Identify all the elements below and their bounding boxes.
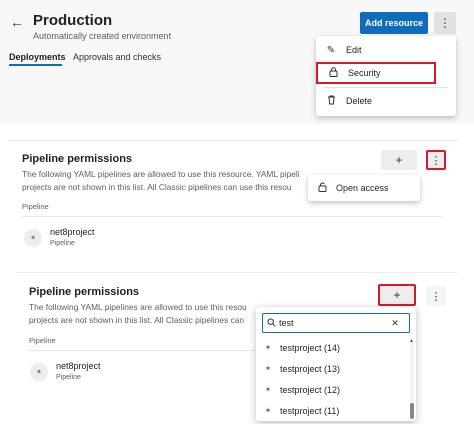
- panel-title: Pipeline permissions: [22, 153, 133, 165]
- search-result-label: testproject (14): [280, 342, 341, 353]
- back-arrow-icon[interactable]: ←: [10, 14, 24, 30]
- menu-item-delete[interactable]: Delete: [316, 90, 456, 112]
- page-title: Production: [33, 12, 113, 29]
- divider: [29, 350, 255, 351]
- search-result-item[interactable]: ✶ testproject (14): [256, 337, 408, 358]
- add-pipeline-button[interactable]: +: [378, 284, 416, 306]
- environment-context-menu: ✎ Edit Security Delete: [316, 36, 456, 116]
- pipeline-icon: ✶: [264, 343, 272, 352]
- pipeline-icon: ✶: [264, 406, 272, 415]
- pipeline-type: Pipeline: [56, 374, 81, 381]
- unlock-icon: [308, 182, 332, 194]
- search-result-item[interactable]: ✶ testproject (13): [256, 358, 408, 379]
- search-result-label: testproject (12): [280, 384, 341, 395]
- pipeline-search-dropdown: ✕ ✶ testproject (14) ✶ testproject (13) …: [256, 307, 416, 421]
- search-result-item[interactable]: ✶ testproject (11): [256, 400, 408, 421]
- tab-approvals-and-checks[interactable]: Approvals and checks: [73, 52, 161, 62]
- divider: [22, 216, 442, 217]
- menu-item-edit-label: Edit: [346, 45, 362, 55]
- search-result-item[interactable]: ✶ testproject (12): [256, 379, 408, 400]
- add-resource-button[interactable]: Add resource: [360, 12, 428, 34]
- pipeline-name[interactable]: net8project: [56, 361, 101, 371]
- search-result-label: testproject (13): [280, 363, 341, 374]
- pipeline-permissions-panel-b: Pipeline permissions The following YAML …: [16, 272, 457, 421]
- active-tab-indicator: [9, 64, 62, 66]
- pipeline-icon: ✶: [24, 229, 42, 247]
- open-access-menu: Open access: [308, 175, 420, 201]
- menu-item-security[interactable]: Security: [316, 62, 436, 84]
- more-vertical-icon: ⋮: [439, 16, 451, 30]
- trash-icon: [316, 95, 340, 108]
- pipeline-column-label: Pipeline: [22, 202, 49, 211]
- panel-more-options-button[interactable]: ⋮: [426, 150, 446, 170]
- scroll-up-icon[interactable]: ▲: [409, 338, 414, 344]
- panel-more-options-button[interactable]: ⋮: [426, 286, 446, 306]
- menu-item-security-label: Security: [348, 68, 381, 78]
- dropdown-scrollbar-thumb[interactable]: [410, 403, 414, 419]
- menu-divider: [324, 87, 448, 88]
- open-access-menu-item[interactable]: Open access: [332, 183, 389, 193]
- panel-description-line-1: The following YAML pipelines are allowed…: [22, 169, 300, 179]
- add-pipeline-button[interactable]: +: [381, 150, 417, 170]
- pipeline-search-box: ✕: [262, 313, 410, 333]
- pipeline-column-label: Pipeline: [29, 336, 56, 345]
- pipeline-icon: ✶: [30, 363, 48, 381]
- lock-icon: [318, 66, 342, 80]
- panel-description-line-2: projects are not shown in this list. All…: [22, 182, 292, 192]
- more-vertical-icon: ⋮: [430, 290, 442, 303]
- panel-title: Pipeline permissions: [29, 286, 140, 298]
- search-icon: [263, 318, 279, 329]
- pipeline-icon: ✶: [264, 364, 272, 373]
- environment-header-section: ← Production Automatically created envir…: [0, 0, 474, 124]
- menu-item-delete-label: Delete: [346, 96, 373, 106]
- pipeline-type: Pipeline: [50, 240, 75, 247]
- pipeline-name[interactable]: net8project: [50, 227, 95, 237]
- pipeline-search-input[interactable]: [279, 318, 387, 328]
- more-options-button[interactable]: ⋮: [434, 12, 456, 34]
- more-vertical-icon: ⋮: [430, 154, 442, 167]
- menu-item-edit[interactable]: ✎ Edit: [316, 39, 456, 61]
- plus-icon: +: [393, 288, 401, 302]
- page-subtitle: Automatically created environment: [33, 31, 172, 41]
- pipeline-permissions-panel-a: Pipeline permissions The following YAML …: [8, 140, 457, 250]
- pencil-icon: ✎: [326, 44, 336, 56]
- search-result-label: testproject (11): [280, 405, 340, 416]
- clear-search-icon[interactable]: ✕: [387, 318, 403, 329]
- plus-icon: +: [395, 153, 403, 167]
- pipeline-icon: ✶: [264, 385, 272, 394]
- tab-deployments[interactable]: Deployments: [9, 52, 66, 62]
